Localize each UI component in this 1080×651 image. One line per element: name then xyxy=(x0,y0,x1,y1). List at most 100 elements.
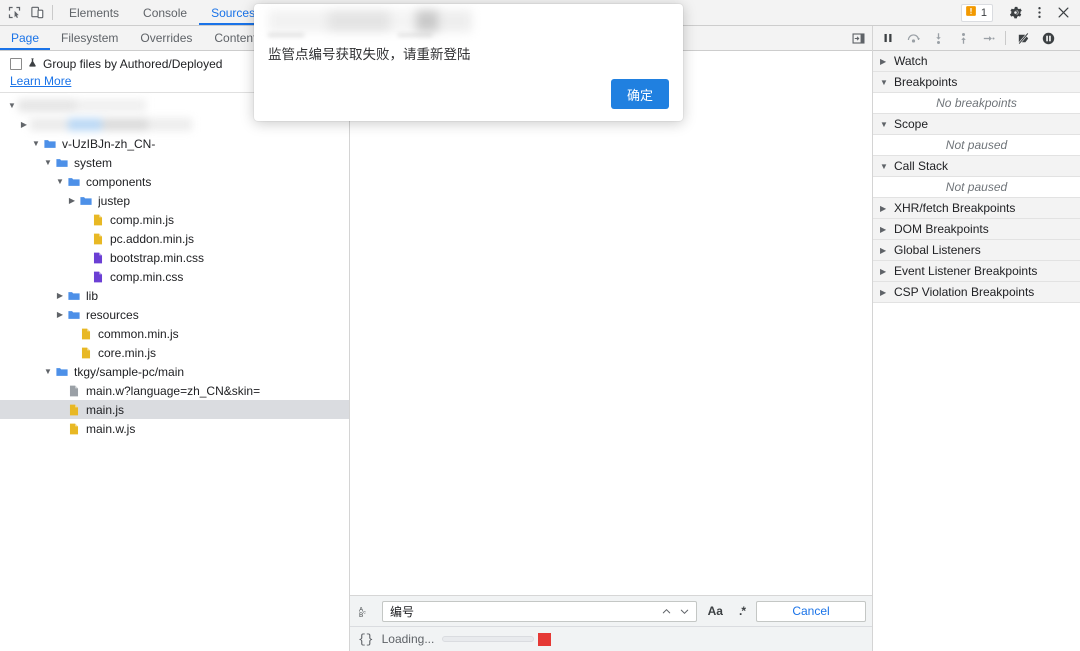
chevron-down-icon[interactable]: ▼ xyxy=(8,101,16,110)
chevron-down-icon[interactable]: ▼ xyxy=(880,120,888,129)
folder-icon xyxy=(42,137,58,151)
chevron-down-icon[interactable]: ▼ xyxy=(44,367,52,376)
stop-loading-button[interactable] xyxy=(538,632,552,646)
editor-content[interactable] xyxy=(350,51,872,595)
tree-row[interactable]: main.w.js xyxy=(0,419,349,438)
tree-row[interactable]: ▶ resources xyxy=(0,305,349,324)
debugger-section-label: DOM Breakpoints xyxy=(894,222,989,236)
step-over-button[interactable] xyxy=(902,28,924,49)
tree-disclosure-toggle[interactable]: ▼ xyxy=(6,101,18,110)
tree-disclosure-toggle[interactable]: ▶ xyxy=(54,310,66,319)
chevron-down-icon[interactable]: ▼ xyxy=(32,139,40,148)
tree-row[interactable]: ▼ components xyxy=(0,172,349,191)
debugger-section-header[interactable]: ▶ XHR/fetch Breakpoints xyxy=(873,198,1080,219)
js-file-icon xyxy=(78,327,94,341)
tree-disclosure-toggle[interactable]: ▼ xyxy=(42,367,54,376)
pretty-print-icon[interactable]: {} xyxy=(358,632,374,647)
pause-script-button[interactable] xyxy=(877,28,899,49)
search-prev-icon[interactable] xyxy=(658,602,676,621)
navigator-tab-page[interactable]: Page xyxy=(0,26,51,50)
tab-elements[interactable]: Elements xyxy=(57,0,131,25)
search-next-icon[interactable] xyxy=(676,602,694,621)
close-devtools-button[interactable] xyxy=(1052,2,1074,24)
chevron-right-icon[interactable]: ▶ xyxy=(21,120,27,129)
warning-icon xyxy=(965,5,977,20)
chevron-right-icon[interactable]: ▶ xyxy=(880,267,888,276)
chevron-down-icon[interactable]: ▼ xyxy=(880,162,888,171)
tree-row[interactable]: main.js xyxy=(0,400,349,419)
more-options-button[interactable] xyxy=(1028,2,1050,24)
tree-row[interactable]: pc.addon.min.js xyxy=(0,229,349,248)
step-into-button[interactable] xyxy=(927,28,949,49)
navigator-tab-overrides-label: Overrides xyxy=(140,31,193,45)
inspect-element-icon[interactable] xyxy=(6,5,22,21)
chevron-right-icon[interactable]: ▶ xyxy=(69,196,75,205)
match-case-toggle[interactable]: Aa xyxy=(703,603,728,619)
search-input-wrap[interactable] xyxy=(382,600,697,622)
tree-row[interactable]: ▼ system xyxy=(0,153,349,172)
chevron-right-icon[interactable]: ▶ xyxy=(880,246,888,255)
regex-toggle[interactable]: .* xyxy=(734,603,750,619)
device-toolbar-icon[interactable] xyxy=(29,5,45,21)
search-input[interactable] xyxy=(390,604,658,618)
warning-count: 1 xyxy=(980,6,987,19)
file-tree[interactable]: ▼ ▶ ▼ v-UzIBJn-zh_CN- ▼ system ▼ components ▶ jus… xyxy=(0,93,349,651)
toolbar-separator xyxy=(52,5,53,20)
tree-item-label: comp.min.css xyxy=(110,269,184,284)
debugger-section-header[interactable]: ▼ Scope xyxy=(873,114,1080,135)
tree-row[interactable]: core.min.js xyxy=(0,343,349,362)
tree-disclosure-toggle[interactable]: ▼ xyxy=(54,177,66,186)
tab-console[interactable]: Console xyxy=(131,0,199,25)
debugger-section-header[interactable]: ▶ Watch xyxy=(873,51,1080,72)
tree-disclosure-toggle[interactable]: ▶ xyxy=(54,291,66,300)
group-files-checkbox[interactable] xyxy=(10,57,22,70)
tree-row[interactable]: bootstrap.min.css xyxy=(0,248,349,267)
tree-disclosure-toggle[interactable]: ▼ xyxy=(30,139,42,148)
chevron-down-icon[interactable]: ▼ xyxy=(56,177,64,186)
editor-status-bar: {} Loading... xyxy=(350,626,872,651)
tree-row[interactable]: main.w?language=zh_CN&skin= xyxy=(0,381,349,400)
tree-row[interactable]: ▶ justep xyxy=(0,191,349,210)
warning-badge[interactable]: 1 xyxy=(960,3,993,22)
dialog-confirm-button[interactable]: 确定 xyxy=(611,79,669,109)
chevron-right-icon[interactable]: ▶ xyxy=(57,291,63,300)
chevron-right-icon[interactable]: ▶ xyxy=(880,288,888,297)
editor-tabbar-right xyxy=(850,26,872,50)
chevron-right-icon[interactable]: ▶ xyxy=(880,57,888,66)
tree-item-label: main.w.js xyxy=(86,421,136,436)
debugger-section-header[interactable]: ▼ Call Stack xyxy=(873,156,1080,177)
debugger-section-header[interactable]: ▶ DOM Breakpoints xyxy=(873,219,1080,240)
show-navigator-icon[interactable] xyxy=(850,30,866,46)
tree-row[interactable]: ▶ lib xyxy=(0,286,349,305)
navigator-tab-filesystem[interactable]: Filesystem xyxy=(50,26,129,50)
chevron-right-icon[interactable]: ▶ xyxy=(880,204,888,213)
tree-disclosure-toggle[interactable]: ▶ xyxy=(18,120,30,129)
cancel-search-button[interactable]: Cancel xyxy=(756,600,866,622)
tree-row[interactable]: common.min.js xyxy=(0,324,349,343)
tree-disclosure-toggle[interactable]: ▼ xyxy=(42,158,54,167)
pause-on-exceptions-button[interactable] xyxy=(1037,28,1059,49)
step-button[interactable] xyxy=(977,28,999,49)
tree-row[interactable]: ▼ v-UzIBJn-zh_CN- xyxy=(0,134,349,153)
tab-elements-label: Elements xyxy=(69,5,120,20)
settings-gear-button[interactable] xyxy=(1004,2,1026,24)
tree-item-label: common.min.js xyxy=(98,326,179,341)
chevron-down-icon[interactable]: ▼ xyxy=(44,158,52,167)
tree-row[interactable]: comp.min.css xyxy=(0,267,349,286)
debugger-section-header[interactable]: ▶ Global Listeners xyxy=(873,240,1080,261)
debugger-section-header[interactable]: ▶ Event Listener Breakpoints xyxy=(873,261,1080,282)
chevron-right-icon[interactable]: ▶ xyxy=(57,310,63,319)
debugger-section-header[interactable]: ▼ Breakpoints xyxy=(873,72,1080,93)
navigator-tab-overrides[interactable]: Overrides xyxy=(129,26,203,50)
chevron-down-icon[interactable]: ▼ xyxy=(880,78,888,87)
debugger-section-header[interactable]: ▶ CSP Violation Breakpoints xyxy=(873,282,1080,303)
tree-row[interactable]: ▼ tkgy/sample-pc/main xyxy=(0,362,349,381)
step-out-button[interactable] xyxy=(952,28,974,49)
chevron-right-icon[interactable]: ▶ xyxy=(880,225,888,234)
tree-disclosure-toggle[interactable]: ▶ xyxy=(66,196,78,205)
svg-text:B: B xyxy=(359,612,363,619)
tree-row[interactable]: comp.min.js xyxy=(0,210,349,229)
tab-sources-label: Sources xyxy=(211,5,256,20)
debugger-toolbar-separator xyxy=(1005,31,1006,45)
deactivate-breakpoints-button[interactable] xyxy=(1012,28,1034,49)
